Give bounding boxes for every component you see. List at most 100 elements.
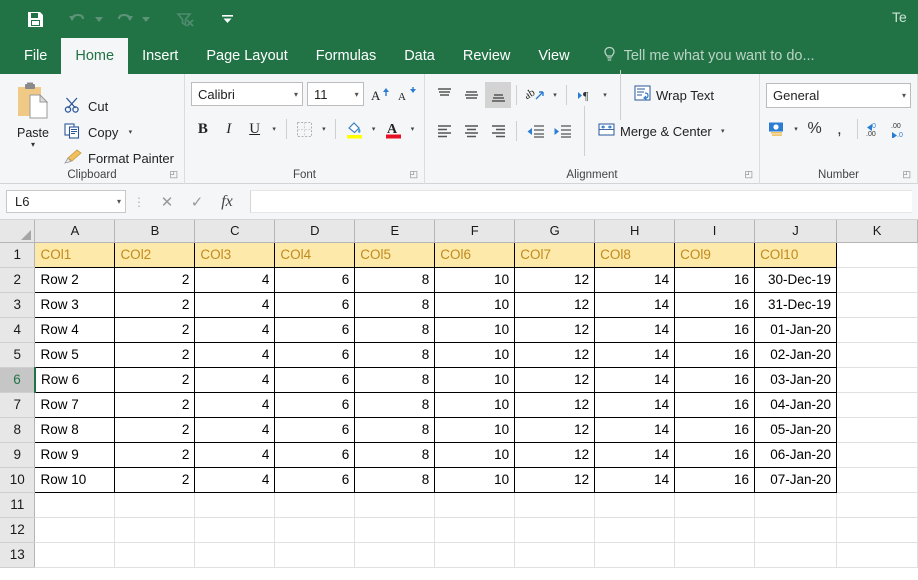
wrap-text-button[interactable]: Wrap Text bbox=[630, 82, 718, 108]
cell-c7[interactable]: 4 bbox=[195, 392, 275, 417]
borders-dropdown-icon[interactable]: ▾ bbox=[318, 125, 329, 133]
cell-b2[interactable]: 2 bbox=[115, 267, 195, 292]
cell-g2[interactable]: 12 bbox=[515, 267, 595, 292]
cell-h7[interactable]: 14 bbox=[595, 392, 675, 417]
cell-a4[interactable]: Row 4 bbox=[35, 317, 115, 342]
row-header-9[interactable]: 9 bbox=[0, 442, 35, 467]
cell-k3[interactable] bbox=[837, 292, 918, 317]
format-painter-button[interactable]: Format Painter bbox=[64, 146, 174, 170]
cancel-entry-icon[interactable]: ✕ bbox=[152, 190, 182, 214]
cell-h12[interactable] bbox=[595, 517, 675, 542]
cell-i7[interactable]: 16 bbox=[675, 392, 755, 417]
cell-k13[interactable] bbox=[837, 542, 918, 567]
column-header-h[interactable]: H bbox=[595, 220, 675, 242]
align-left-icon[interactable] bbox=[431, 118, 457, 144]
cell-k12[interactable] bbox=[837, 517, 918, 542]
borders-button[interactable] bbox=[293, 116, 317, 142]
clipboard-dialog-launcher[interactable]: ◰ bbox=[169, 169, 178, 180]
cell-j12[interactable] bbox=[755, 517, 837, 542]
cell-g1[interactable]: COl7 bbox=[515, 242, 595, 267]
cell-j8[interactable]: 05-Jan-20 bbox=[755, 417, 837, 442]
cell-c5[interactable]: 4 bbox=[195, 342, 275, 367]
formula-bar-grip[interactable]: ⋮ bbox=[132, 195, 146, 209]
tell-me-search[interactable]: Tell me what you want to do... bbox=[584, 38, 815, 74]
cell-e4[interactable]: 8 bbox=[355, 317, 435, 342]
cell-f12[interactable] bbox=[435, 517, 515, 542]
cell-c9[interactable]: 4 bbox=[195, 442, 275, 467]
font-size-select[interactable]: 11 ▾ bbox=[307, 82, 364, 106]
cell-f4[interactable]: 10 bbox=[435, 317, 515, 342]
row-header-5[interactable]: 5 bbox=[0, 342, 35, 367]
cell-f6[interactable]: 10 bbox=[435, 367, 515, 392]
copy-dropdown-icon[interactable]: ▾ bbox=[124, 128, 136, 136]
row-header-12[interactable]: 12 bbox=[0, 517, 35, 542]
undo-icon[interactable] bbox=[64, 6, 90, 32]
cell-j10[interactable]: 07-Jan-20 bbox=[755, 467, 837, 492]
cell-b12[interactable] bbox=[115, 517, 195, 542]
comma-format-button[interactable]: , bbox=[828, 116, 851, 142]
cell-g10[interactable]: 12 bbox=[515, 467, 595, 492]
formula-input[interactable] bbox=[250, 190, 912, 213]
tab-review[interactable]: Review bbox=[449, 38, 525, 74]
cell-g11[interactable] bbox=[515, 492, 595, 517]
cell-c1[interactable]: COl3 bbox=[195, 242, 275, 267]
cell-e2[interactable]: 8 bbox=[355, 267, 435, 292]
cell-e6[interactable]: 8 bbox=[355, 367, 435, 392]
cell-a8[interactable]: Row 8 bbox=[35, 417, 115, 442]
cell-e1[interactable]: COl5 bbox=[355, 242, 435, 267]
cell-i2[interactable]: 16 bbox=[675, 267, 755, 292]
cell-k7[interactable] bbox=[837, 392, 918, 417]
select-all-corner[interactable] bbox=[0, 220, 35, 242]
number-format-select[interactable]: General ▾ bbox=[766, 83, 911, 108]
cell-c10[interactable]: 4 bbox=[195, 467, 275, 492]
column-header-b[interactable]: B bbox=[115, 220, 195, 242]
cell-e3[interactable]: 8 bbox=[355, 292, 435, 317]
cell-g3[interactable]: 12 bbox=[515, 292, 595, 317]
cell-d9[interactable]: 6 bbox=[275, 442, 355, 467]
cut-button[interactable]: Cut bbox=[64, 94, 174, 118]
cell-h1[interactable]: COl8 bbox=[595, 242, 675, 267]
cell-h6[interactable]: 14 bbox=[595, 367, 675, 392]
cell-f9[interactable]: 10 bbox=[435, 442, 515, 467]
row-header-2[interactable]: 2 bbox=[0, 267, 35, 292]
cell-g13[interactable] bbox=[515, 542, 595, 567]
column-header-k[interactable]: K bbox=[837, 220, 918, 242]
undo-dropdown-icon[interactable] bbox=[92, 6, 105, 32]
cell-g9[interactable]: 12 bbox=[515, 442, 595, 467]
merge-center-dropdown-icon[interactable]: ▾ bbox=[717, 127, 729, 135]
cell-k1[interactable] bbox=[837, 242, 918, 267]
row-header-6[interactable]: 6 bbox=[0, 367, 35, 392]
row-header-13[interactable]: 13 bbox=[0, 542, 35, 567]
cell-f10[interactable]: 10 bbox=[435, 467, 515, 492]
cell-a7[interactable]: Row 7 bbox=[35, 392, 115, 417]
cell-f11[interactable] bbox=[435, 492, 515, 517]
cell-c8[interactable]: 4 bbox=[195, 417, 275, 442]
cell-a2[interactable]: Row 2 bbox=[35, 267, 115, 292]
font-family-select[interactable]: Calibri ▾ bbox=[191, 82, 303, 106]
cell-e7[interactable]: 8 bbox=[355, 392, 435, 417]
cell-i5[interactable]: 16 bbox=[675, 342, 755, 367]
cell-e10[interactable]: 8 bbox=[355, 467, 435, 492]
cell-j2[interactable]: 30-Dec-19 bbox=[755, 267, 837, 292]
cell-d3[interactable]: 6 bbox=[275, 292, 355, 317]
cell-d5[interactable]: 6 bbox=[275, 342, 355, 367]
copy-button[interactable]: Copy ▾ bbox=[64, 120, 174, 144]
font-color-dropdown-icon[interactable]: ▾ bbox=[407, 125, 418, 133]
row-header-3[interactable]: 3 bbox=[0, 292, 35, 317]
cell-h2[interactable]: 14 bbox=[595, 267, 675, 292]
name-box[interactable]: L6 ▾ bbox=[6, 190, 126, 213]
cell-d1[interactable]: COl4 bbox=[275, 242, 355, 267]
increase-decimal-icon[interactable]: 0.00 bbox=[864, 116, 887, 142]
cell-b4[interactable]: 2 bbox=[115, 317, 195, 342]
cell-d10[interactable]: 6 bbox=[275, 467, 355, 492]
align-right-icon[interactable] bbox=[485, 118, 511, 144]
cell-h5[interactable]: 14 bbox=[595, 342, 675, 367]
paste-dropdown-icon[interactable]: ▾ bbox=[31, 141, 35, 149]
cell-i6[interactable]: 16 bbox=[675, 367, 755, 392]
cell-f13[interactable] bbox=[435, 542, 515, 567]
insert-function-icon[interactable]: fx bbox=[212, 190, 242, 214]
column-header-i[interactable]: I bbox=[675, 220, 755, 242]
row-header-7[interactable]: 7 bbox=[0, 392, 35, 417]
percent-format-button[interactable]: % bbox=[803, 116, 826, 142]
cell-b1[interactable]: COl2 bbox=[115, 242, 195, 267]
